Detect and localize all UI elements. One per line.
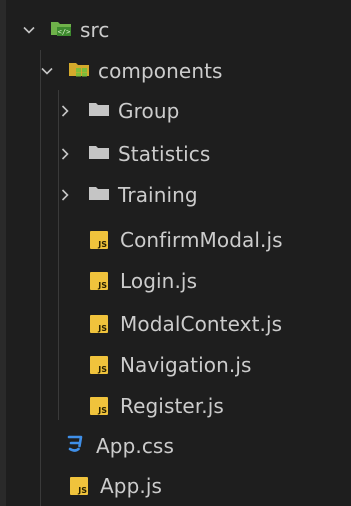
tree-item-file-modalcontext[interactable]: ModalContext.js: [6, 304, 351, 344]
js-file-icon: [90, 231, 108, 249]
tree-item-folder-training[interactable]: Training: [6, 175, 351, 215]
tree-item-file-register[interactable]: Register.js: [6, 386, 351, 426]
js-file-icon: [90, 272, 108, 290]
chevron-right-icon: [56, 145, 74, 163]
tree-item-file-navigation[interactable]: Navigation.js: [6, 345, 351, 385]
tree-item-label: App.css: [96, 434, 174, 458]
tree-item-label: Register.js: [120, 394, 224, 418]
chevron-right-icon: [56, 186, 74, 204]
chevron-down-icon: [20, 21, 38, 39]
tree-item-file-app-css[interactable]: App.css: [6, 426, 351, 466]
folder-icon: [88, 99, 110, 123]
tree-item-label: Training: [118, 183, 198, 207]
tree-item-label: App.js: [100, 474, 163, 498]
components-folder-icon: [68, 59, 92, 83]
tree-item-label: ModalContext.js: [120, 312, 283, 336]
chevron-right-icon: [56, 102, 74, 120]
css-file-icon: [66, 434, 84, 459]
tree-item-src[interactable]: </> src: [6, 10, 351, 50]
js-file-icon: [90, 315, 108, 333]
tree-item-label: src: [80, 18, 110, 42]
tree-item-file-app-js[interactable]: App.js: [6, 466, 351, 506]
tree-item-file-login[interactable]: Login.js: [6, 261, 351, 301]
tree-item-label: ConfirmModal.js: [120, 228, 283, 252]
svg-text:</>: </>: [58, 28, 71, 36]
tree-item-label: Navigation.js: [120, 353, 252, 377]
src-folder-icon: </>: [50, 18, 74, 42]
tree-item-label: components: [98, 59, 223, 83]
tree-item-label: Statistics: [118, 142, 211, 166]
folder-icon: [88, 142, 110, 166]
tree-item-label: Group: [118, 99, 180, 123]
chevron-down-icon: [38, 62, 56, 80]
file-explorer: </> src components Group Statistics Trai…: [0, 0, 351, 506]
tree-item-components[interactable]: components: [6, 51, 351, 91]
tree-item-folder-statistics[interactable]: Statistics: [6, 134, 351, 174]
js-file-icon: [90, 397, 108, 415]
folder-icon: [88, 183, 110, 207]
tree-item-label: Login.js: [120, 269, 198, 293]
tree-item-file-confirmmodal[interactable]: ConfirmModal.js: [6, 220, 351, 260]
tree-item-folder-group[interactable]: Group: [6, 91, 351, 131]
js-file-icon: [90, 356, 108, 374]
js-file-icon: [70, 477, 88, 495]
